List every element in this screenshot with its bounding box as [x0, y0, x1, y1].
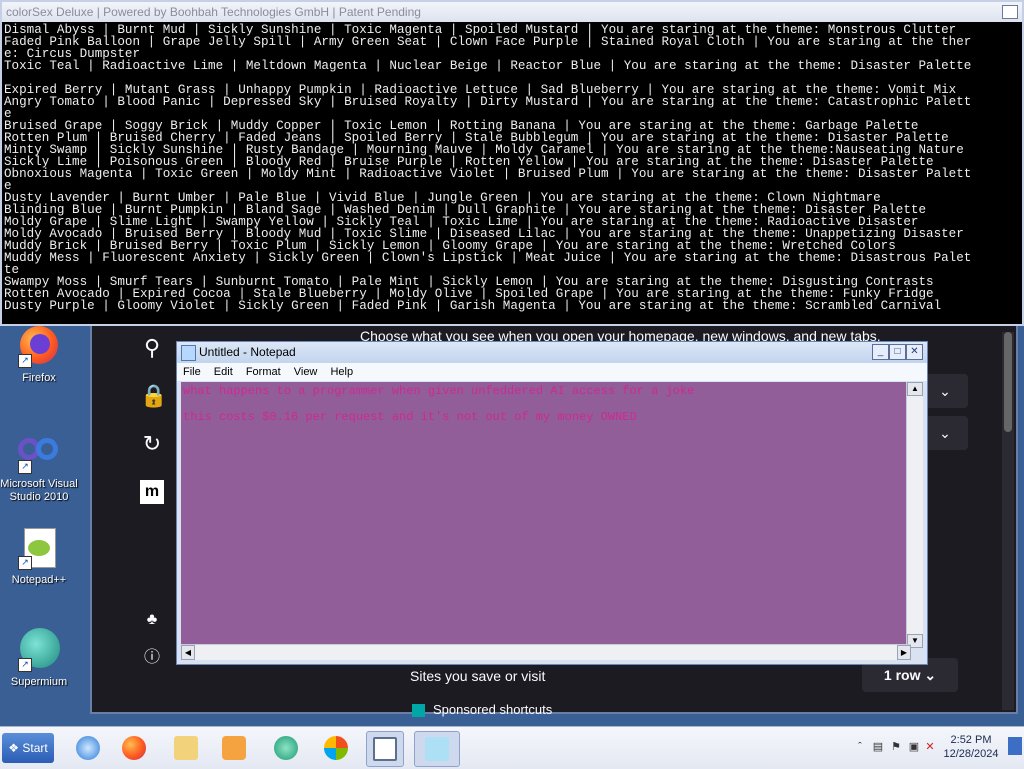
- clock[interactable]: 2:52 PM 12/28/2024: [940, 733, 1002, 761]
- taskbar-firefox[interactable]: [116, 731, 152, 765]
- menu-edit[interactable]: Edit: [214, 366, 233, 378]
- notepad-icon: [425, 737, 449, 761]
- notepad-menu-bar: File Edit Format View Help: [177, 363, 927, 381]
- console-line: Angry Tomato | Blood Panic | Depressed S…: [4, 95, 972, 109]
- mozilla-icon[interactable]: m: [140, 480, 164, 504]
- desktop-icon-notepadpp[interactable]: ↗ Notepad++: [0, 524, 78, 587]
- show-desktop-icon[interactable]: [1008, 737, 1022, 755]
- system-tray: ˆ ▤ ⚑ ▣ ✕ 2:52 PM 12/28/2024: [850, 727, 1024, 769]
- console-icon: [373, 737, 397, 761]
- notepadpp-icon: ↗: [16, 524, 62, 570]
- scroll-up-icon[interactable]: ▲: [907, 382, 923, 396]
- scroll-left-icon[interactable]: ◀: [181, 645, 195, 660]
- network-icon[interactable]: ▤: [872, 741, 884, 753]
- action-center-flag-icon[interactable]: ⚑: [890, 741, 902, 753]
- scrollbar-thumb[interactable]: [1004, 332, 1012, 432]
- sponsored-shortcuts-option[interactable]: Sponsored shortcuts: [412, 702, 553, 718]
- visual-studio-icon: ↗: [16, 428, 62, 474]
- taskbar-console[interactable]: [366, 731, 404, 767]
- taskbar-ie[interactable]: [70, 731, 106, 765]
- notepad-text-area[interactable]: what happens to a programmer when given …: [181, 382, 911, 648]
- sync-icon[interactable]: ↻: [140, 432, 164, 456]
- notepad-title-bar[interactable]: Untitled - Notepad _ □ ✕: [177, 342, 927, 363]
- rows-value: 1 row: [883, 667, 921, 683]
- windows-update-icon: [324, 736, 348, 760]
- taskbar-notepad[interactable]: [414, 731, 460, 767]
- show-hidden-icons-icon[interactable]: ˆ: [854, 741, 866, 753]
- console-title: colorSex Deluxe | Powered by Boohbah Tec…: [6, 5, 421, 19]
- console-line: Faded Pink Balloon | Grape Jelly Spill |…: [4, 35, 972, 49]
- desktop-icon-visual-studio[interactable]: ↗ Microsoft Visual Studio 2010: [0, 428, 78, 504]
- horizontal-scrollbar[interactable]: ◀ ▶: [181, 644, 911, 660]
- desktop-icon-label: Notepad++: [11, 574, 67, 586]
- minimize-button[interactable]: _: [872, 344, 889, 360]
- firefox-icon: ↗: [16, 322, 62, 368]
- extensions-icon[interactable]: ♣: [140, 608, 164, 632]
- desktop-icon-label: Microsoft Visual Studio 2010: [0, 478, 78, 503]
- menu-file[interactable]: File: [183, 366, 201, 378]
- browser-scrollbar[interactable]: [1002, 332, 1014, 710]
- clock-time: 2:52 PM: [950, 734, 992, 746]
- chevron-down-icon: ⌄: [939, 383, 951, 399]
- console-line: Dusty Purple | Gloomy Violet | Sickly Gr…: [4, 299, 942, 312]
- menu-help[interactable]: Help: [330, 366, 353, 378]
- menu-format[interactable]: Format: [246, 366, 281, 378]
- sites-label: Sites you save or visit: [410, 668, 546, 684]
- desktop-icon-firefox[interactable]: ↗ Firefox: [0, 322, 78, 385]
- notepad-title: Untitled - Notepad: [199, 345, 296, 359]
- media-player-icon: [222, 736, 246, 760]
- notepad-window: Untitled - Notepad _ □ ✕ File Edit Forma…: [176, 341, 928, 665]
- firefox-icon: [122, 736, 146, 760]
- chevron-down-icon: ⌄: [924, 667, 937, 683]
- text-line: this costs $0.16 per request and it's no…: [183, 410, 637, 424]
- taskbar-windows-update[interactable]: [318, 731, 354, 765]
- console-line: Muddy Mess | Fluorescent Anxiety | Sickl…: [4, 251, 972, 265]
- checkbox[interactable]: [412, 704, 425, 718]
- chevron-down-icon: ⌄: [939, 425, 951, 441]
- new-tab-dropdown[interactable]: ⌄: [922, 416, 968, 450]
- maximize-button[interactable]: [1002, 5, 1018, 19]
- help-icon[interactable]: ⓘ: [140, 646, 164, 670]
- start-button[interactable]: ❖ Start: [2, 733, 54, 763]
- desktop-icon-label: Supermium: [10, 676, 68, 688]
- clock-date: 12/28/2024: [943, 748, 999, 760]
- menu-view[interactable]: View: [294, 366, 318, 378]
- console-title-bar[interactable]: colorSex Deluxe | Powered by Boohbah Tec…: [2, 2, 1022, 22]
- taskbar: ❖ Start ˆ ▤ ⚑ ▣ ✕ 2:52 PM 12/28/2024: [0, 726, 1024, 769]
- start-label: Start: [22, 741, 48, 755]
- desktop-icon-supermium[interactable]: ↗ Supermium: [0, 626, 78, 689]
- close-button[interactable]: ✕: [906, 344, 923, 360]
- vertical-scrollbar[interactable]: ▲ ▼: [906, 382, 923, 648]
- maximize-button[interactable]: □: [889, 344, 906, 360]
- ie-icon: [76, 736, 100, 760]
- sponsored-shortcuts-label: Sponsored shortcuts: [433, 702, 553, 717]
- search-icon[interactable]: ⚲: [140, 336, 164, 360]
- scroll-right-icon[interactable]: ▶: [897, 645, 911, 660]
- taskbar-media-player[interactable]: [216, 731, 252, 765]
- notepad-app-icon: [181, 345, 196, 361]
- volume-muted-icon[interactable]: ✕: [924, 741, 936, 753]
- console-output: Dismal Abyss | Burnt Mud | Sickly Sunshi…: [2, 22, 1022, 312]
- lock-icon[interactable]: 🔒: [140, 384, 167, 408]
- text-line: what happens to a programmer when given …: [183, 384, 695, 398]
- chat-icon: [274, 736, 298, 760]
- homepage-dropdown[interactable]: ⌄: [922, 374, 968, 408]
- console-line: Toxic Teal | Radioactive Lime | Meltdown…: [4, 59, 972, 73]
- desktop-icon-label: Firefox: [22, 372, 56, 384]
- console-line: Obnoxious Magenta | Toxic Green | Moldy …: [4, 167, 972, 181]
- explorer-icon: [174, 736, 198, 760]
- supermium-icon: ↗: [16, 626, 62, 672]
- power-icon[interactable]: ▣: [908, 741, 920, 753]
- taskbar-chat[interactable]: [268, 731, 304, 765]
- taskbar-explorer[interactable]: [168, 731, 204, 765]
- console-window: colorSex Deluxe | Powered by Boohbah Tec…: [0, 0, 1024, 326]
- windows-logo-icon: ❖: [8, 741, 20, 755]
